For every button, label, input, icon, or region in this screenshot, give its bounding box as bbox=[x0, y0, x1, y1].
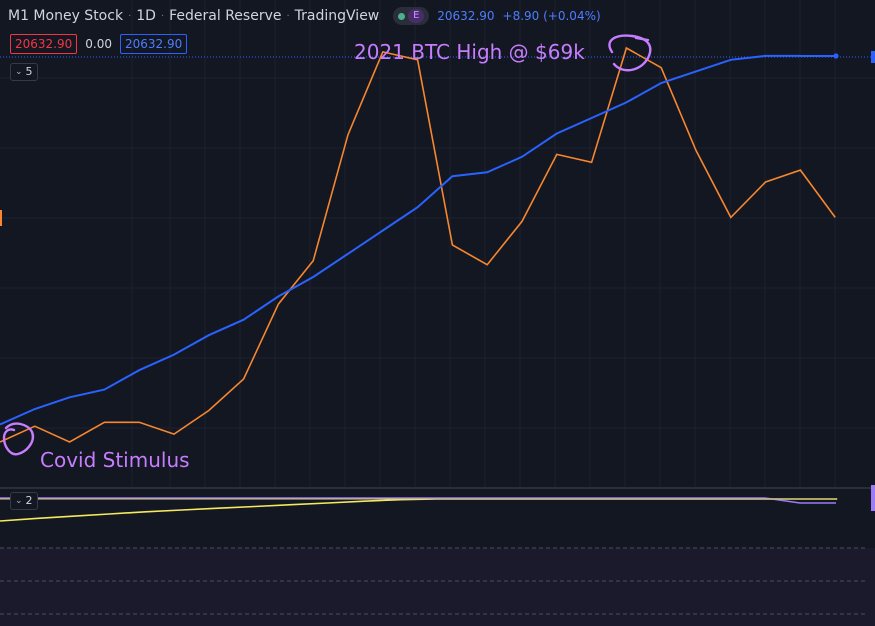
chevron-down-icon: ⌄ bbox=[15, 496, 23, 506]
price-row: 20632.90 0.00 20632.90 bbox=[10, 34, 188, 54]
btc-high-circle-tail bbox=[634, 36, 650, 42]
annotation-covid-stimulus[interactable]: Covid Stimulus bbox=[40, 448, 190, 472]
left-axis-tag bbox=[0, 210, 2, 226]
symbol-title[interactable]: M1 Money Stock bbox=[8, 8, 123, 24]
platform-label: TradingView bbox=[294, 8, 380, 24]
last-point-marker bbox=[833, 53, 839, 59]
main-pane-collapse-button[interactable]: ⌄ 5 bbox=[10, 63, 38, 81]
series-btc-line bbox=[0, 46, 836, 443]
sell-price[interactable]: 20632.90 bbox=[10, 34, 78, 54]
chart-legend: M1 Money Stock · 1D · Federal Reserve · … bbox=[8, 7, 601, 25]
price-change: +8.90 (+0.04%) bbox=[502, 9, 601, 23]
buy-price[interactable]: 20632.90 bbox=[119, 34, 188, 54]
legend-separator: · bbox=[160, 10, 165, 22]
sub-pane-indicator-count: 2 bbox=[25, 494, 33, 507]
axis-price-tag bbox=[871, 51, 875, 63]
annotation-btc-high[interactable]: 2021 BTC High @ $69k bbox=[354, 40, 585, 64]
btc-high-circle bbox=[608, 34, 652, 72]
market-status[interactable]: E bbox=[393, 7, 430, 25]
axis-sub-tag bbox=[871, 485, 875, 511]
series-yellow-line bbox=[0, 498, 838, 522]
chart-canvas[interactable] bbox=[0, 0, 875, 626]
spread-value: 0.00 bbox=[85, 37, 112, 51]
sub-pane-collapse-button[interactable]: ⌄ 2 bbox=[10, 492, 38, 510]
main-pane-indicator-count: 5 bbox=[25, 65, 33, 78]
legend-separator: · bbox=[128, 10, 132, 22]
status-dot-icon bbox=[398, 12, 406, 20]
legend-separator: · bbox=[286, 10, 290, 22]
chevron-down-icon: ⌄ bbox=[15, 67, 23, 77]
series-m1-line bbox=[0, 54, 836, 426]
interval-label[interactable]: 1D bbox=[136, 8, 156, 24]
source-label: Federal Reserve bbox=[169, 8, 282, 24]
status-e-badge[interactable]: E bbox=[408, 9, 425, 23]
last-price: 20632.90 bbox=[437, 9, 495, 23]
